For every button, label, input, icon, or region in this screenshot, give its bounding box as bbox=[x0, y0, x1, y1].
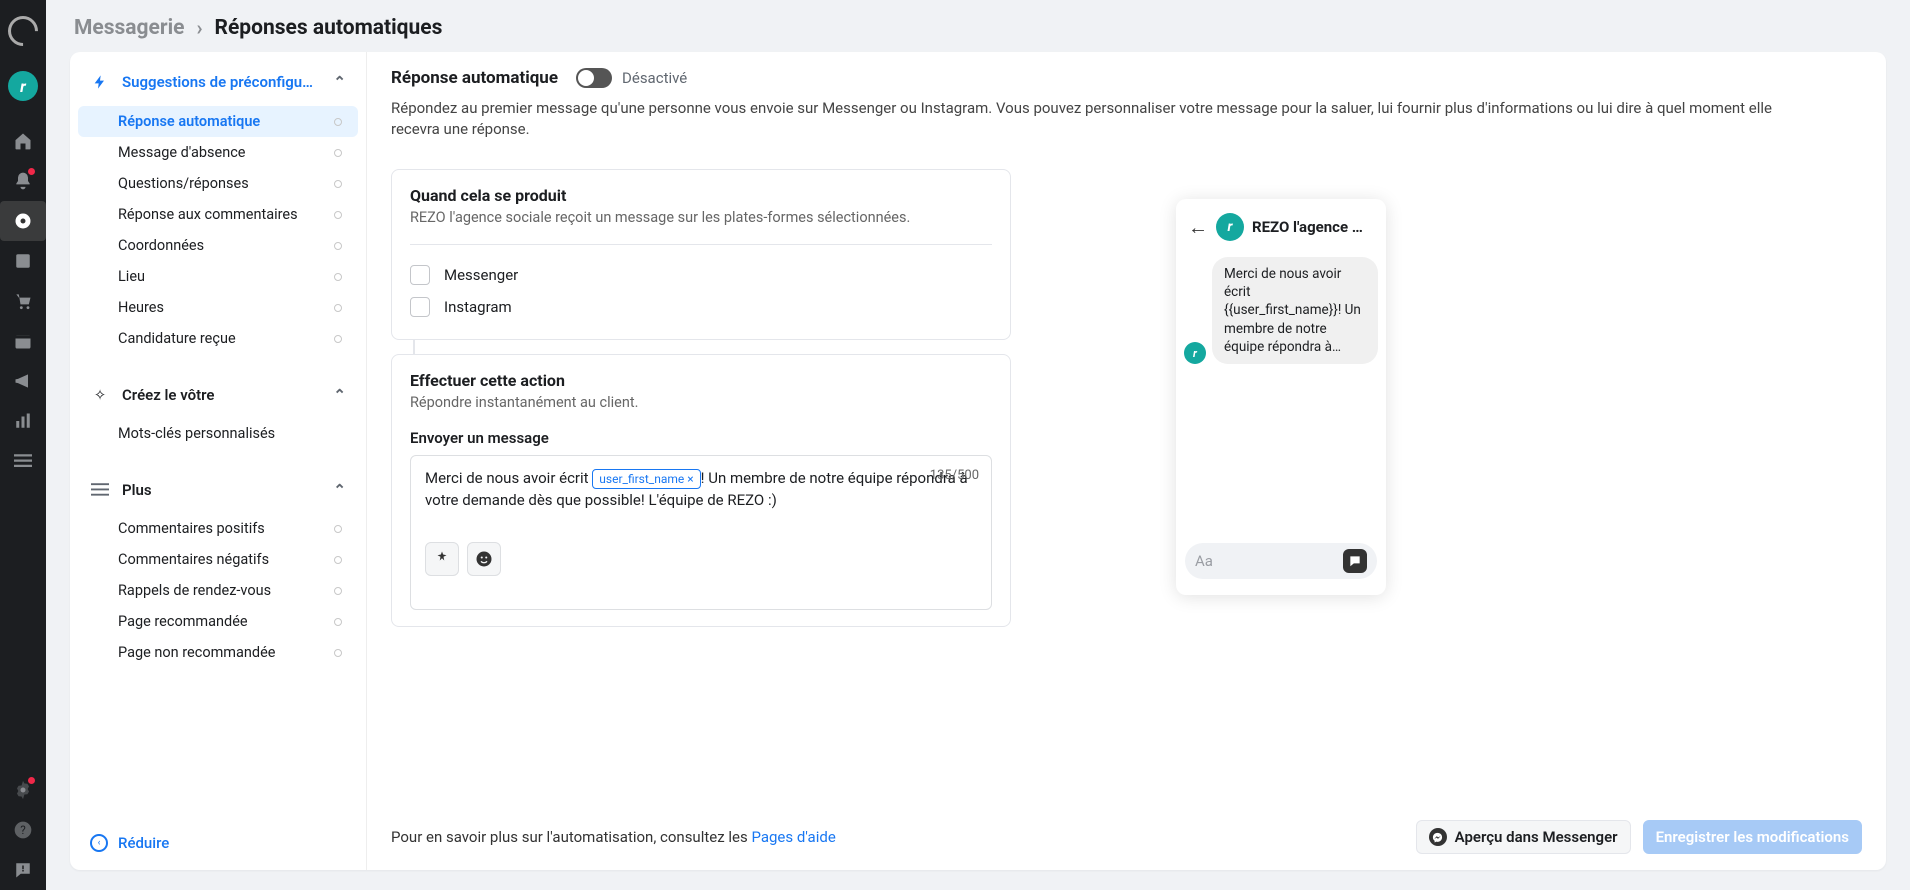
breadcrumb: Messagerie › Réponses automatiques bbox=[46, 0, 1910, 52]
preview-avatar: r bbox=[1216, 213, 1244, 241]
help-link[interactable]: Pages d'aide bbox=[751, 828, 835, 846]
variable-tag[interactable]: user_first_name × bbox=[592, 469, 700, 489]
notification-dot-icon bbox=[28, 777, 35, 784]
field-label: Envoyer un message bbox=[410, 429, 992, 447]
card-subtitle: REZO l'agence sociale reçoit un message … bbox=[410, 209, 992, 226]
back-icon[interactable]: ← bbox=[1188, 215, 1208, 240]
message-avatar-icon: r bbox=[1184, 342, 1206, 364]
section-title: Créez le vôtre bbox=[122, 386, 321, 404]
workarea: Réponse automatique Désactivé Répondez a… bbox=[367, 52, 1886, 870]
preview-in-messenger-button[interactable]: Aperçu dans Messenger bbox=[1416, 820, 1631, 854]
main-area: Messagerie › Réponses automatiques Sugge… bbox=[46, 0, 1910, 890]
global-sidebar: r ? bbox=[0, 0, 46, 890]
save-button[interactable]: Enregistrer les modifications bbox=[1643, 820, 1862, 854]
sidebar-item-contact[interactable]: Coordonnées bbox=[78, 230, 358, 261]
preview-bubble: Merci de nous avoir écrit {{user_first_n… bbox=[1212, 257, 1378, 364]
sidebar-item-comment-reply[interactable]: Réponse aux commentaires bbox=[78, 199, 358, 230]
lightning-icon bbox=[90, 72, 110, 92]
posts-icon[interactable] bbox=[0, 241, 46, 281]
notification-dot-icon bbox=[28, 168, 35, 175]
platform-messenger[interactable]: Messenger bbox=[410, 259, 992, 291]
sidebar-item-away[interactable]: Message d'absence bbox=[78, 137, 358, 168]
page-description: Répondez au premier message qu'une perso… bbox=[391, 98, 1803, 140]
calendar-icon[interactable] bbox=[0, 321, 46, 361]
checkbox[interactable] bbox=[410, 265, 430, 285]
toggle-state-label: Désactivé bbox=[622, 69, 687, 87]
home-icon[interactable] bbox=[0, 121, 46, 161]
section-suggestions[interactable]: Suggestions de préconfigu… ⌃ bbox=[70, 52, 366, 106]
sparkle-icon: ✧ bbox=[90, 386, 110, 404]
section-title: Plus bbox=[122, 481, 321, 499]
messenger-icon bbox=[1429, 828, 1447, 846]
settings-icon[interactable] bbox=[0, 770, 46, 810]
chevron-right-icon: › bbox=[196, 16, 202, 40]
sidebar-item-application[interactable]: Candidature reçue bbox=[78, 323, 358, 354]
flow-connector-icon bbox=[413, 340, 415, 354]
page-title: Réponse automatique bbox=[391, 68, 558, 88]
personalize-button[interactable] bbox=[425, 542, 459, 576]
breadcrumb-level-1[interactable]: Messagerie bbox=[74, 16, 184, 40]
inbox-icon[interactable] bbox=[0, 201, 46, 241]
menu-icon[interactable] bbox=[0, 441, 46, 481]
card-when: Quand cela se produit REZO l'agence soci… bbox=[391, 169, 1011, 340]
sidebar-item-hours[interactable]: Heures bbox=[78, 292, 358, 323]
emoji-button[interactable] bbox=[467, 542, 501, 576]
card-title: Effectuer cette action bbox=[410, 371, 992, 390]
collapse-label: Réduire bbox=[118, 834, 169, 852]
sidebar-item-reminders[interactable]: Rappels de rendez-vous bbox=[78, 575, 358, 606]
breadcrumb-level-2: Réponses automatiques bbox=[215, 16, 443, 40]
send-icon bbox=[1343, 549, 1367, 573]
footer: Pour en savoir plus sur l'automatisation… bbox=[367, 807, 1886, 870]
section-title: Suggestions de préconfigu… bbox=[122, 73, 321, 91]
message-editor[interactable]: Merci de nous avoir écrit user_first_nam… bbox=[410, 455, 992, 610]
sidebar-item-qna[interactable]: Questions/réponses bbox=[78, 168, 358, 199]
chevron-up-icon: ⌃ bbox=[333, 481, 346, 499]
chevron-up-icon: ⌃ bbox=[333, 386, 346, 404]
card-title: Quand cela se produit bbox=[410, 186, 992, 205]
app-logo-icon bbox=[2, 10, 44, 52]
notifications-icon[interactable] bbox=[0, 161, 46, 201]
char-counter: 135/500 bbox=[930, 468, 979, 483]
settings-sidepanel: Suggestions de préconfigu… ⌃ Réponse aut… bbox=[70, 52, 367, 870]
feedback-icon[interactable] bbox=[0, 850, 46, 890]
sidebar-item-not-recommended[interactable]: Page non recommandée bbox=[78, 637, 358, 668]
collapse-button[interactable]: ‹ Réduire bbox=[70, 815, 366, 870]
commerce-icon[interactable] bbox=[0, 281, 46, 321]
sidebar-item-positive[interactable]: Commentaires positifs bbox=[78, 513, 358, 544]
section-more[interactable]: Plus ⌃ bbox=[70, 461, 366, 513]
collapse-icon: ‹ bbox=[90, 834, 108, 852]
sidebar-item-keywords[interactable]: Mots-clés personnalisés bbox=[78, 418, 358, 449]
card-subtitle: Répondre instantanément au client. bbox=[410, 394, 992, 411]
checkbox[interactable] bbox=[410, 297, 430, 317]
enable-toggle[interactable] bbox=[576, 68, 612, 88]
platform-instagram[interactable]: Instagram bbox=[410, 291, 992, 323]
preview-input: Aa bbox=[1185, 543, 1377, 579]
sidebar-item-recommended[interactable]: Page recommandée bbox=[78, 606, 358, 637]
preview-page-name: REZO l'agence … bbox=[1252, 218, 1363, 236]
sidebar-item-negative[interactable]: Commentaires négatifs bbox=[78, 544, 358, 575]
list-icon bbox=[90, 483, 110, 497]
card-action: Effectuer cette action Répondre instanta… bbox=[391, 354, 1011, 627]
sidebar-item-auto-reply[interactable]: Réponse automatique bbox=[78, 106, 358, 137]
section-create[interactable]: ✧ Créez le vôtre ⌃ bbox=[70, 366, 366, 418]
content-card: Suggestions de préconfigu… ⌃ Réponse aut… bbox=[70, 52, 1886, 870]
svg-text:?: ? bbox=[20, 823, 26, 837]
help-icon[interactable]: ? bbox=[0, 810, 46, 850]
toggle-knob-icon bbox=[578, 70, 594, 86]
insights-icon[interactable] bbox=[0, 401, 46, 441]
section-header: Réponse automatique Désactivé Répondez a… bbox=[367, 52, 1886, 155]
chevron-up-icon: ⌃ bbox=[333, 73, 346, 91]
brand-avatar[interactable]: r bbox=[8, 71, 38, 101]
megaphone-icon[interactable] bbox=[0, 361, 46, 401]
sidebar-item-location[interactable]: Lieu bbox=[78, 261, 358, 292]
messenger-preview: ← r REZO l'agence … r Merci de nous avoi… bbox=[1176, 199, 1386, 595]
